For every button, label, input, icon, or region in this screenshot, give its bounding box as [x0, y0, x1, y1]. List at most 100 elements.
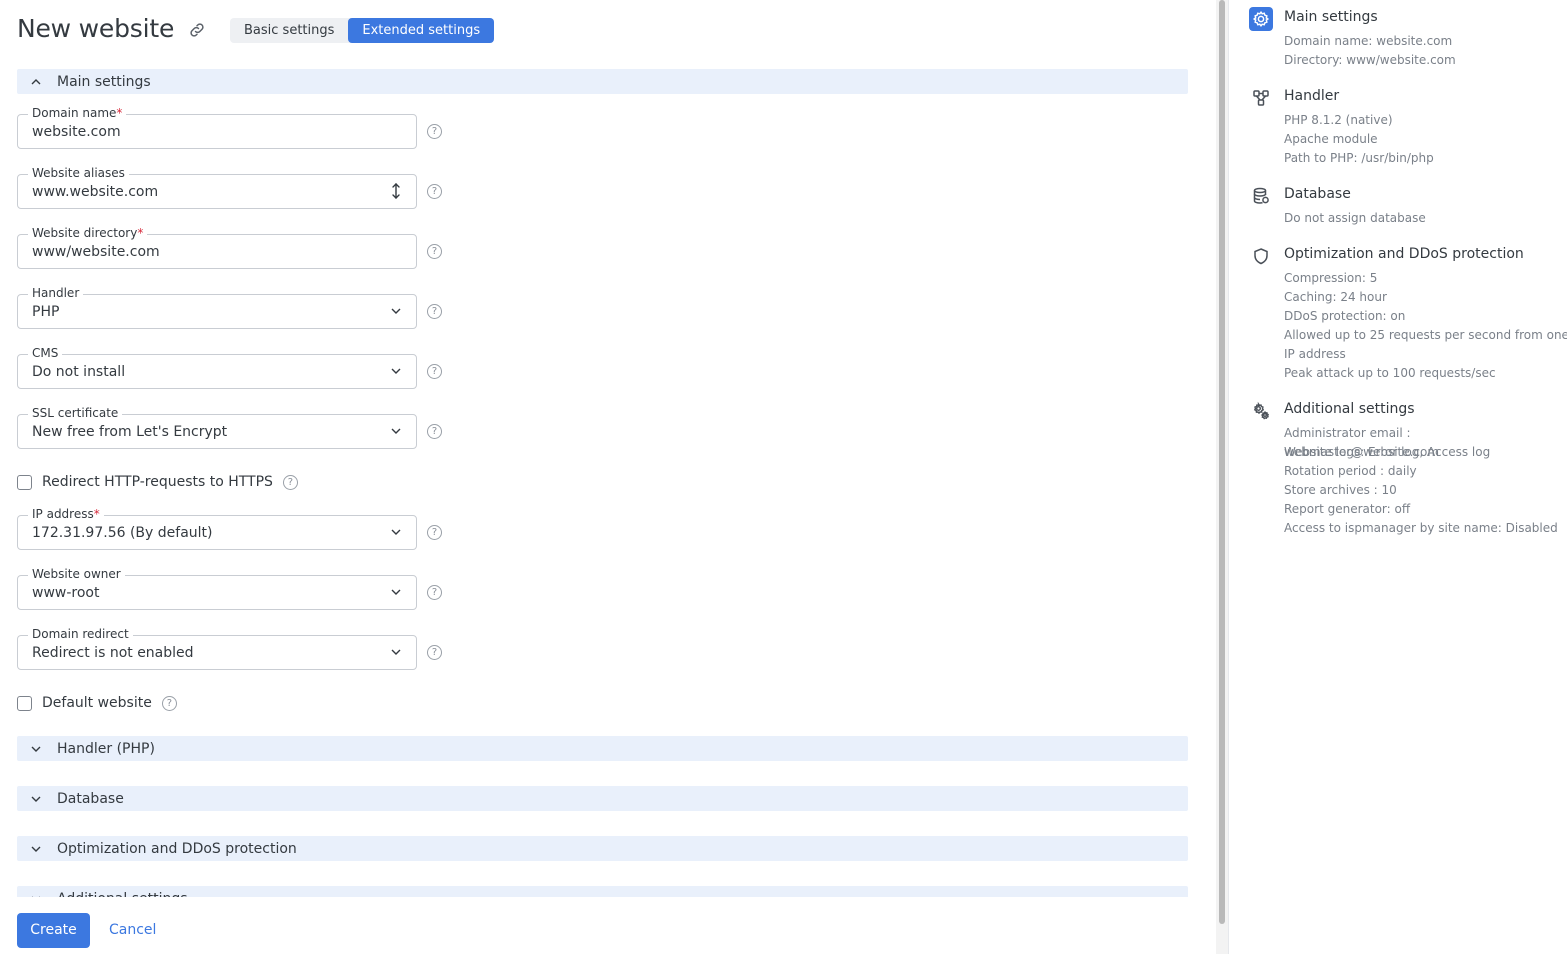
- section-database[interactable]: Database: [17, 786, 1188, 811]
- summary-panel: Main settings Domain name: website.com D…: [1229, 0, 1567, 954]
- summary-line: Report generator: off: [1284, 502, 1411, 516]
- field-value: www.website.com: [32, 184, 159, 200]
- summary-line: Path to PHP: /usr/bin/php: [1284, 151, 1434, 165]
- link-icon[interactable]: [188, 21, 206, 39]
- summary-line: Directory: www/website.com: [1284, 53, 1456, 67]
- redirect-https-checkbox[interactable]: [17, 474, 32, 490]
- summary-title: Main settings: [1284, 9, 1378, 25]
- required-mark: *: [93, 507, 100, 521]
- summary-handler[interactable]: Handler PHP 8.1.2 (native) Apache module…: [1249, 86, 1567, 168]
- label-text: Website directory: [32, 226, 138, 240]
- scrollbar-thumb[interactable]: [1219, 0, 1225, 924]
- chevron-down-icon: [31, 796, 41, 802]
- summary-title: Additional settings: [1284, 401, 1415, 417]
- tab-extended-settings[interactable]: Extended settings: [348, 18, 495, 43]
- help-icon[interactable]: ?: [427, 525, 442, 540]
- ssl-certificate-select[interactable]: SSL certificate New free from Let's Encr…: [17, 406, 417, 449]
- chevron-down-icon: [391, 368, 401, 374]
- redirect-https-row: Redirect HTTP-requests to HTTPS ?: [17, 474, 298, 490]
- summary-line: PHP 8.1.2 (native): [1284, 113, 1393, 127]
- field-label: Website aliases: [28, 166, 129, 180]
- summary-line: Apache module: [1284, 132, 1378, 146]
- summary-line: Compression: 5: [1284, 271, 1378, 285]
- field-value: www/website.com: [32, 244, 160, 260]
- summary-line: Access to ispmanager by site name: Disab…: [1284, 521, 1558, 535]
- field-value: PHP: [32, 304, 60, 320]
- form-footer: [0, 897, 1216, 954]
- help-icon[interactable]: ?: [427, 304, 442, 319]
- settings-mode-tabs: Basic settings Extended settings: [230, 18, 495, 43]
- website-directory-field[interactable]: Website directory* www/website.com: [17, 226, 417, 269]
- section-main-settings[interactable]: Main settings: [17, 69, 1188, 94]
- website-aliases-field[interactable]: Website aliases www.website.com: [17, 166, 417, 209]
- summary-line: Allowed up to 25 requests per second fro…: [1284, 328, 1567, 361]
- help-icon[interactable]: ?: [427, 124, 442, 139]
- summary-additional-settings[interactable]: Additional settings Administrator email …: [1249, 399, 1567, 539]
- cancel-button[interactable]: Cancel: [109, 922, 156, 938]
- help-icon[interactable]: ?: [427, 364, 442, 379]
- chevron-down-icon: [391, 589, 401, 595]
- required-mark: *: [116, 106, 123, 120]
- summary-line: Domain name: website.com: [1284, 34, 1453, 48]
- ip-address-select[interactable]: IP address* 172.31.97.56 (By default): [17, 507, 417, 550]
- section-title: Handler (PHP): [57, 740, 155, 757]
- website-form: New website Basic settings Extended sett…: [0, 0, 1216, 954]
- summary-database[interactable]: Database Do not assign database: [1249, 184, 1567, 228]
- field-value: 172.31.97.56 (By default): [32, 525, 213, 541]
- help-icon[interactable]: ?: [282, 474, 298, 490]
- help-icon[interactable]: ?: [427, 244, 442, 259]
- handler-select[interactable]: Handler PHP: [17, 286, 417, 329]
- label-text: IP address: [32, 507, 94, 521]
- required-mark: *: [137, 226, 144, 240]
- field-label: Website directory*: [28, 226, 148, 240]
- help-icon[interactable]: ?: [427, 645, 442, 660]
- cms-select[interactable]: CMS Do not install: [17, 346, 417, 389]
- summary-line: Website logs: Error log, Access log: [1284, 445, 1491, 459]
- field-value: Do not install: [32, 364, 126, 380]
- shield-icon: [1254, 248, 1268, 265]
- section-handler-php[interactable]: Handler (PHP): [17, 736, 1188, 761]
- summary-line: Rotation period : daily: [1284, 464, 1417, 478]
- summary-main-settings[interactable]: Main settings Domain name: website.com D…: [1249, 7, 1567, 71]
- chevron-down-icon: [31, 846, 41, 852]
- help-icon[interactable]: ?: [161, 695, 177, 711]
- chevron-down-icon: [391, 308, 401, 314]
- default-website-checkbox[interactable]: [17, 695, 32, 711]
- checkbox-label[interactable]: Redirect HTTP-requests to HTTPS: [42, 474, 273, 490]
- field-label: Domain name*: [28, 106, 127, 120]
- create-button[interactable]: Create: [17, 913, 90, 948]
- summary-title: Handler: [1284, 88, 1340, 104]
- expand-vertical-icon[interactable]: [390, 182, 402, 200]
- chevron-down-icon: [31, 746, 41, 752]
- help-icon[interactable]: ?: [427, 184, 442, 199]
- help-icon[interactable]: ?: [427, 424, 442, 439]
- field-value: Redirect is not enabled: [32, 645, 194, 661]
- page-title: New website: [17, 14, 175, 43]
- database-icon: [1253, 187, 1269, 204]
- field-value: website.com: [32, 124, 121, 140]
- chevron-up-icon: [31, 78, 41, 84]
- label-text: Domain name: [32, 106, 117, 120]
- field-label: Website owner: [28, 567, 125, 581]
- field-label: Domain redirect: [28, 627, 133, 641]
- section-title: Main settings: [57, 73, 151, 90]
- summary-line: Do not assign database: [1284, 211, 1426, 225]
- summary-line: Caching: 24 hour: [1284, 290, 1387, 304]
- help-icon[interactable]: ?: [427, 585, 442, 600]
- handler-icon: [1253, 90, 1269, 106]
- tab-basic-settings[interactable]: Basic settings: [230, 18, 348, 43]
- gears-icon: [1253, 401, 1269, 420]
- section-optimization[interactable]: Optimization and DDoS protection: [17, 836, 1188, 861]
- summary-line: Peak attack up to 100 requests/sec: [1284, 366, 1496, 380]
- section-title: Database: [57, 790, 124, 807]
- summary-line: DDoS protection: on: [1284, 309, 1406, 323]
- summary-optimization[interactable]: Optimization and DDoS protection Compres…: [1249, 244, 1567, 384]
- domain-redirect-select[interactable]: Domain redirect Redirect is not enabled: [17, 627, 417, 670]
- field-label: CMS: [28, 346, 63, 360]
- summary-line: Store archives : 10: [1284, 483, 1397, 497]
- chevron-down-icon: [391, 428, 401, 434]
- website-owner-select[interactable]: Website owner www-root: [17, 567, 417, 610]
- domain-name-field[interactable]: Domain name* website.com: [17, 106, 417, 149]
- checkbox-label[interactable]: Default website: [42, 695, 152, 711]
- default-website-row: Default website ?: [17, 695, 177, 711]
